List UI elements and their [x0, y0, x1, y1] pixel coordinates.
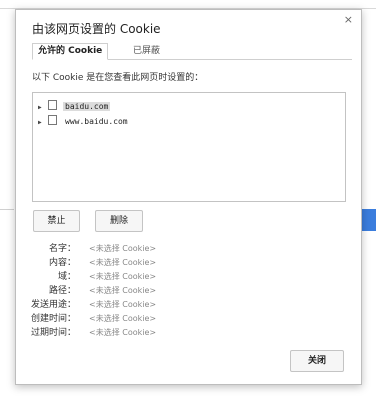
close-icon[interactable]: × [344, 14, 353, 25]
tree-item-label: www.baidu.com [65, 117, 128, 126]
detail-value: <未选择 Cookie> [89, 244, 157, 253]
delete-button[interactable]: 删除 [95, 210, 143, 232]
folder-icon [48, 100, 57, 110]
detail-value: <未选择 Cookie> [89, 286, 157, 295]
detail-label: 发送用途： [30, 300, 76, 310]
folder-icon [48, 115, 57, 125]
background-blue-button [360, 209, 376, 231]
tab-bar: 允许的 Cookie 已屏蔽 [32, 43, 352, 60]
detail-label: 路径： [48, 286, 76, 296]
detail-value: <未选择 Cookie> [89, 258, 157, 267]
detail-value: <未选择 Cookie> [89, 272, 157, 281]
background-divider-left [0, 209, 14, 210]
block-button[interactable]: 禁止 [33, 210, 80, 232]
detail-label: 创建时间： [30, 314, 76, 324]
cookie-tree[interactable]: ▶ baidu.com ▶ www.baidu.com [32, 92, 346, 202]
expand-triangle-icon[interactable]: ▶ [38, 117, 48, 129]
detail-value: <未选择 Cookie> [89, 328, 157, 337]
detail-label: 过期时间： [30, 328, 76, 338]
intro-text: 以下 Cookie 是在您查看此网页时设置的： [32, 73, 204, 83]
cookie-dialog: × 由该网页设置的 Cookie 允许的 Cookie 已屏蔽 以下 Cooki… [15, 9, 362, 385]
detail-label: 名字： [48, 244, 76, 254]
detail-label: 域： [57, 272, 76, 282]
detail-value: <未选择 Cookie> [89, 300, 157, 309]
tab-blocked[interactable]: 已屏蔽 [127, 43, 166, 60]
tree-item-baidu-com[interactable]: ▶ baidu.com [38, 100, 111, 114]
tree-item-www-baidu-com[interactable]: ▶ www.baidu.com [38, 115, 130, 127]
detail-label: 内容： [48, 258, 76, 268]
dialog-title: 由该网页设置的 Cookie [32, 22, 161, 36]
tab-allowed-cookies[interactable]: 允许的 Cookie [32, 43, 109, 60]
expand-triangle-icon[interactable]: ▶ [38, 102, 48, 114]
close-button[interactable]: 关闭 [290, 350, 344, 372]
tree-item-label: baidu.com [63, 102, 111, 111]
detail-value: <未选择 Cookie> [89, 314, 157, 323]
